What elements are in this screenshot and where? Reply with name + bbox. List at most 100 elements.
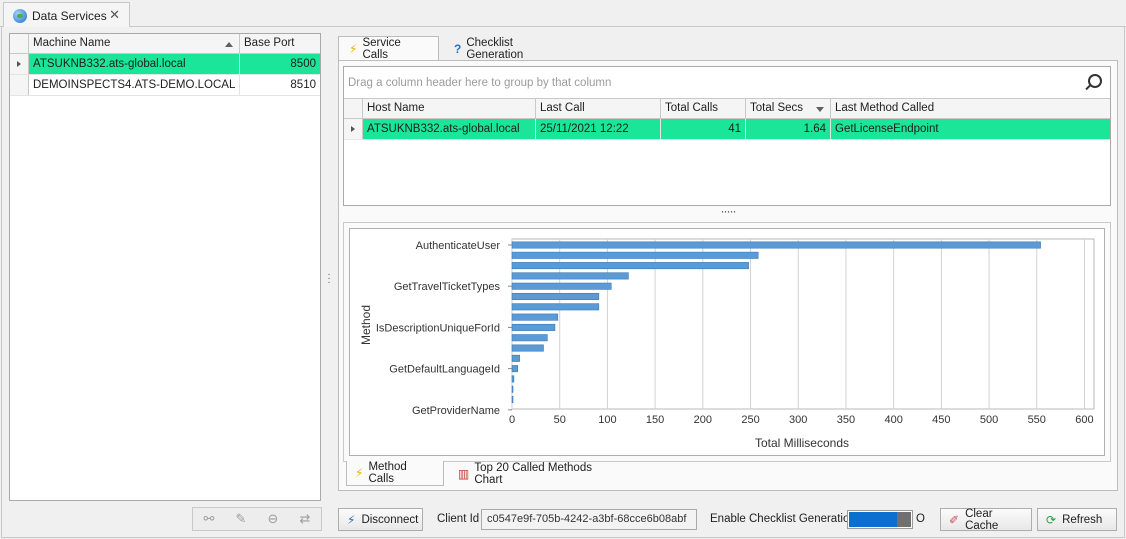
machines-grid: Machine Name Base Port ATSUKNB332.ats-gl… [9, 33, 321, 501]
y-tick-label: AuthenticateUser [416, 240, 501, 252]
table-row[interactable]: DEMOINSPECTS4.ATS-DEMO.LOCAL 8510 [10, 75, 320, 96]
sync-icon: ⇄ [299, 511, 311, 526]
machine-name-cell[interactable]: ATSUKNB332.ats-global.local [29, 54, 240, 74]
column-header-label: Base Port [244, 37, 295, 49]
machines-grid-header: Machine Name Base Port [10, 34, 320, 54]
column-header-label: Total Calls [665, 102, 719, 114]
column-header-last-call[interactable]: Last Call [536, 99, 661, 118]
plug-icon: ⚡ [347, 512, 356, 527]
column-header-base-port[interactable]: Base Port [240, 34, 320, 53]
row-indicator [10, 75, 29, 95]
link-icon: ⚯ [203, 511, 215, 526]
refresh-button[interactable]: ⟳ Refresh [1037, 508, 1117, 531]
chart-bar [511, 334, 548, 342]
service-calls-grid: Drag a column header here to group by th… [343, 66, 1111, 206]
chart-bar [511, 251, 759, 259]
host-name-cell[interactable]: ATSUKNB332.ats-global.local [363, 119, 536, 139]
remove-button[interactable]: ⊖ [264, 511, 282, 527]
document-tab-title: Data Services [32, 8, 107, 23]
machine-name-cell[interactable]: DEMOINSPECTS4.ATS-DEMO.LOCAL [29, 75, 240, 95]
method-calls-bar-chart: 0 50 100 150 200 250 300 350 400 450 500 550 600 Auth… [359, 238, 1095, 450]
column-header-host-name[interactable]: Host Name [363, 99, 536, 118]
base-port-cell[interactable]: 8500 [240, 54, 320, 74]
x-tick-label: 50 [554, 414, 566, 426]
enable-checklist-generation-label: Enable Checklist Generation [710, 513, 856, 525]
group-hint-text: Drag a column header here to group by th… [348, 77, 612, 89]
chart-bar [511, 262, 749, 270]
button-label: Disconnect [361, 513, 419, 526]
current-row-arrow-icon [17, 61, 21, 67]
x-tick-label: 300 [789, 414, 807, 426]
table-row[interactable]: ATSUKNB332.ats-global.local 25/11/2021 1… [344, 119, 1110, 140]
sync-button[interactable]: ⇄ [296, 511, 314, 527]
column-header-machine-name[interactable]: Machine Name [29, 34, 240, 53]
group-by-panel[interactable]: Drag a column header here to group by th… [344, 67, 1110, 99]
chart-bar [511, 272, 629, 280]
client-id-field[interactable]: c0547e9f-705b-4242-a3bf-68cce6b08abf [481, 509, 697, 530]
tab-top-20-called-methods-chart[interactable]: ▥ Top 20 Called Methods Chart [450, 461, 625, 486]
total-secs-cell[interactable]: 1.64 [746, 119, 831, 139]
last-call-cell[interactable]: 25/11/2021 12:22 [536, 119, 661, 139]
method-calls-chart-container: 0 50 100 150 200 250 300 350 400 450 500 550 600 Auth… [343, 222, 1111, 462]
tab-label: Method Calls [368, 461, 407, 485]
chart-bar [511, 323, 556, 331]
row-indicator [344, 119, 363, 139]
column-header-total-calls[interactable]: Total Calls [661, 99, 746, 118]
vertical-splitter-handle[interactable]: · · · [327, 270, 331, 289]
button-label: Refresh [1062, 513, 1103, 526]
chart-bar [511, 303, 600, 311]
chart-bar [511, 313, 559, 321]
bar-chart-icon: ▥ [458, 466, 470, 481]
horizontal-splitter-handle[interactable]: ····· [716, 205, 740, 217]
base-port-cell[interactable]: 8510 [240, 75, 320, 95]
enable-checklist-generation-toggle[interactable] [847, 510, 913, 529]
toggle-fill [849, 512, 897, 527]
x-tick-label: 250 [741, 414, 759, 426]
pencil-icon: ✎ [235, 511, 247, 526]
help-icon: ? [454, 41, 462, 56]
x-tick-label: 100 [598, 414, 616, 426]
column-header-label: Host Name [367, 102, 425, 114]
tab-label: Service Calls [362, 37, 401, 61]
chart-bar [511, 354, 520, 362]
column-header-label: Last Method Called [835, 102, 935, 114]
tab-method-calls[interactable]: ⚡ Method Calls [346, 461, 444, 486]
y-axis-label: Method [359, 305, 373, 345]
chart-area: 0 50 100 150 200 250 300 350 400 450 500 550 600 Auth… [349, 228, 1105, 456]
button-label: Clear Cache [965, 507, 999, 532]
column-header-last-method-called[interactable]: Last Method Called [831, 99, 1110, 118]
table-row[interactable]: ATSUKNB332.ats-global.local 8500 [10, 54, 320, 75]
globe-icon [13, 8, 27, 23]
edit-button[interactable]: ✎ [232, 511, 250, 527]
add-connection-button[interactable]: ⚯ [200, 511, 218, 527]
tab-checklist-generation[interactable]: ? Checklist Generation [444, 36, 580, 61]
total-calls-cell[interactable]: 41 [661, 119, 746, 139]
chart-bar [511, 365, 519, 373]
x-tick-label: 600 [1075, 414, 1093, 426]
row-indicator [10, 54, 29, 74]
toggle-knob[interactable] [897, 512, 911, 527]
refresh-icon: ⟳ [1046, 512, 1057, 527]
chart-bar [511, 385, 514, 393]
lightning-icon: ⚡ [355, 466, 364, 480]
x-tick-label: 450 [932, 414, 950, 426]
x-tick-label: 200 [694, 414, 712, 426]
toggle-state-label: O [916, 513, 925, 525]
column-header-total-secs[interactable]: Total Secs [746, 99, 831, 118]
disconnect-button[interactable]: ⚡ Disconnect [338, 508, 423, 531]
close-icon[interactable]: ✕ [109, 7, 120, 23]
current-row-arrow-icon [351, 126, 355, 132]
x-axis-label: Total Milliseconds [755, 436, 849, 450]
client-id-label: Client Id [437, 513, 480, 525]
column-header-label: Total Secs [750, 102, 804, 114]
chart-bar [511, 396, 514, 404]
last-method-cell[interactable]: GetLicenseEndpoint [831, 119, 1110, 139]
search-icon[interactable] [1084, 74, 1102, 92]
clear-cache-button[interactable]: ✐ Clear Cache [940, 507, 1032, 532]
minus-circle-icon: ⊖ [267, 511, 279, 526]
chart-bar [511, 375, 515, 383]
tab-label: Top 20 Called Methods Chart [474, 461, 592, 486]
tab-service-calls[interactable]: ⚡ Service Calls [338, 36, 439, 61]
document-tab-data-services[interactable]: Data Services ✕ [3, 2, 130, 28]
tab-label: Checklist Generation [466, 36, 524, 61]
